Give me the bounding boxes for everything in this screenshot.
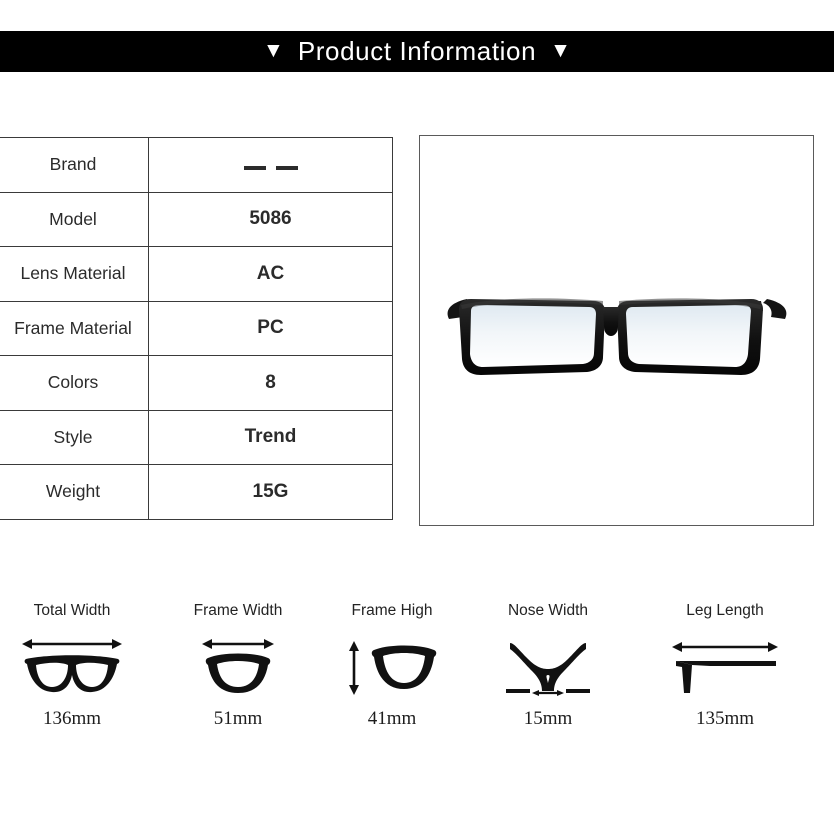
measurement-label: Total Width: [33, 602, 111, 619]
spec-value-weight: 15G: [148, 464, 393, 520]
dash-mark-1: [243, 165, 266, 170]
table-row: Colors 8: [0, 355, 393, 411]
spec-value-brand: [148, 137, 393, 193]
glasses-full-frame-width-icon: [0, 634, 157, 702]
single-lens-height-icon: [307, 634, 477, 702]
product-spec-table: Brand Model 5086 Lens Material AC Frame …: [0, 137, 393, 520]
measurement-value: 15mm: [523, 708, 573, 729]
page-title: Product Information: [297, 36, 537, 66]
table-row: Weight 15G: [0, 464, 393, 520]
table-row: Lens Material AC: [0, 246, 393, 302]
measurement-leg-length: Leg Length 135mm: [640, 602, 810, 730]
spec-value-lens-material: AC: [148, 246, 393, 302]
temple-arm-icon: [640, 634, 810, 702]
spec-label-lens-material: Lens Material: [0, 246, 149, 302]
chevron-down-icon-right: ▼: [550, 39, 571, 62]
product-photo-panel: [419, 135, 814, 526]
measurement-nose-width: Nose Width 15mm: [463, 602, 633, 730]
measurement-value: 51mm: [213, 708, 263, 729]
eyeglasses-product-image: [447, 297, 786, 375]
table-row: Model 5086: [0, 191, 393, 247]
table-row: Brand: [0, 137, 393, 193]
table-row: Frame Material PC: [0, 300, 393, 356]
spec-label-weight: Weight: [0, 464, 149, 520]
measurement-frame-high: Frame High 41mm: [307, 602, 477, 730]
brand-dash-placeholder: [243, 165, 298, 170]
measurement-label: Nose Width: [507, 602, 589, 619]
measurement-value: 136mm: [42, 708, 102, 729]
measurement-value: 135mm: [695, 708, 755, 729]
measurement-label: Frame Width: [193, 602, 283, 619]
measurement-frame-width: Frame Width 51mm: [153, 602, 323, 730]
measurement-label: Frame High: [351, 602, 433, 619]
measurement-label: Leg Length: [686, 602, 764, 619]
spec-value-colors: 8: [148, 355, 393, 411]
nose-bridge-icon: [463, 634, 633, 702]
spec-label-frame-material: Frame Material: [0, 300, 149, 356]
table-row: Style Trend: [0, 409, 393, 465]
dash-mark-2: [275, 165, 298, 170]
spec-value-style: Trend: [148, 409, 393, 465]
header-banner: ▼ Product Information ▼: [0, 31, 834, 72]
spec-table-body: Brand Model 5086 Lens Material AC Frame …: [0, 137, 393, 520]
single-lens-width-icon: [153, 634, 323, 702]
spec-label-brand: Brand: [0, 137, 149, 193]
spec-value-frame-material: PC: [148, 300, 393, 356]
measurement-value: 41mm: [367, 708, 417, 729]
chevron-down-icon-left: ▼: [263, 39, 284, 62]
measurement-guide: Total Width 136mm Frame Width 51mm Frame…: [0, 602, 834, 762]
spec-label-model: Model: [0, 191, 149, 247]
spec-label-colors: Colors: [0, 355, 149, 411]
spec-value-model: 5086: [148, 191, 393, 247]
spec-label-style: Style: [0, 409, 149, 465]
measurement-total-width: Total Width 136mm: [0, 602, 157, 730]
